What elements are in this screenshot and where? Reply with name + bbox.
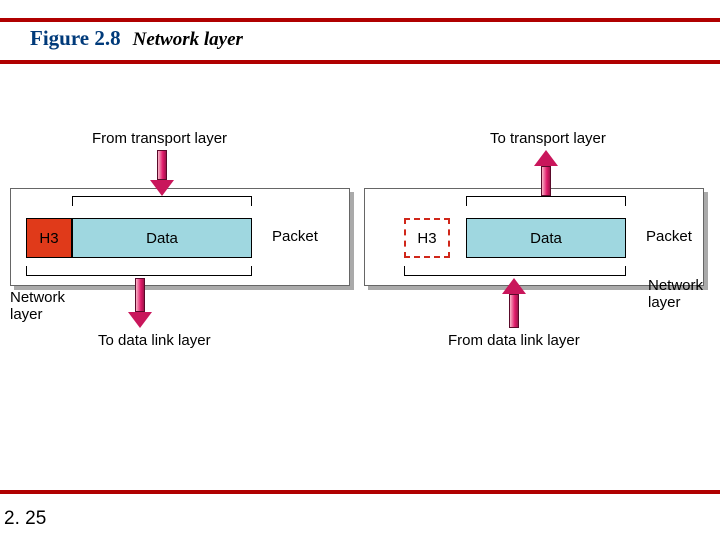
header-segment-h3-removed: H3 xyxy=(404,218,450,258)
data-bracket-top xyxy=(72,196,252,206)
segment-label: H3 xyxy=(417,230,436,247)
figure-title: Network layer xyxy=(133,29,243,51)
data-segment: Data xyxy=(466,218,626,258)
data-bracket-top xyxy=(466,196,626,206)
packet-label: Packet xyxy=(646,228,692,245)
packet-bracket-bottom xyxy=(404,266,626,276)
from-transport-label: From transport layer xyxy=(92,130,227,147)
to-transport-label: To transport layer xyxy=(490,130,606,147)
segment-label: Data xyxy=(146,230,178,247)
layer-label-text: Networklayer xyxy=(10,289,65,323)
segment-label: Data xyxy=(530,230,562,247)
slide-number: 2. 25 xyxy=(4,508,46,530)
layer-label: Networklayer xyxy=(648,278,703,311)
figure-number: Figure 2.8 xyxy=(30,26,121,51)
header-segment-h3: H3 xyxy=(26,218,72,258)
figure-title-row: Figure 2.8 Network layer xyxy=(30,26,243,51)
data-segment: Data xyxy=(72,218,252,258)
layer-label: Networklayer xyxy=(10,290,65,323)
packet-label: Packet xyxy=(272,228,318,245)
segment-label: H3 xyxy=(39,230,58,247)
to-datalink-label: To data link layer xyxy=(98,332,211,349)
layer-label-text: Networklayer xyxy=(648,277,703,311)
rule-under-title xyxy=(0,60,720,64)
from-datalink-label: From data link layer xyxy=(448,332,580,349)
rule-bottom xyxy=(0,490,720,494)
packet-bracket-bottom xyxy=(26,266,252,276)
network-layer-diagram: H3 Data Packet H3 Data Packet Networklay… xyxy=(10,120,710,380)
rule-top xyxy=(0,18,720,22)
